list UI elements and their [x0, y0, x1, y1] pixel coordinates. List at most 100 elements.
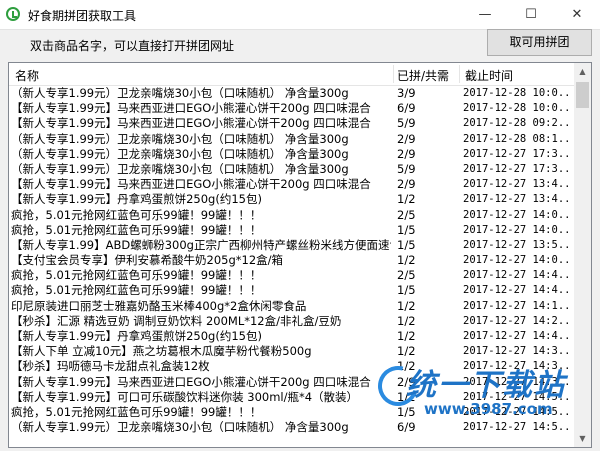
table-row[interactable]: 【新人专享1.99元】马来西亚进口EGO小熊灌心饼干200g 四口味混合 2/9 2…	[9, 177, 575, 192]
product-name-cell: 【新人专享1.99】ABD螺蛳粉300g正宗广西柳州特产螺丝粉米线方便面速食	[11, 237, 391, 252]
table-row[interactable]: （新人专享1.99元）卫龙亲嘴烧30小包（口味随机） 净含量300g 2/9 201…	[9, 132, 575, 147]
count-cell: 5/9	[397, 116, 416, 131]
product-name-cell: 【新人专享1.99元】马来西亚进口EGO小熊灌心饼干200g 四口味混合	[11, 101, 371, 116]
product-name-cell: 疯抢，5.01元抢网红蓝色可乐99罐！99罐！！！	[11, 268, 262, 283]
deadline-cell: 2017-12-27 13:4...	[463, 193, 573, 206]
product-name-cell: 疯抢，5.01元抢网红蓝色可乐99罐！99罐！！！	[11, 222, 262, 237]
column-divider[interactable]	[459, 65, 460, 83]
product-name-cell: 【新人专享1.99元】丹拿鸡蛋煎饼250g(约15包)	[11, 192, 262, 207]
product-name-cell: 疯抢，5.01元抢网红蓝色可乐99罐！99罐！！！	[11, 207, 262, 222]
deadline-cell: 2017-12-27 14:3...	[463, 360, 573, 373]
table-row[interactable]: 疯抢，5.01元抢网红蓝色可乐99罐！99罐！！！ 2/5 2017-12-27 1…	[9, 208, 575, 223]
scroll-down-icon[interactable]: ▼	[574, 430, 591, 447]
deadline-cell: 2017-12-27 14:4...	[463, 330, 573, 342]
product-name-cell: 【新人专享1.99元】马来西亚进口EGO小熊灌心饼干200g 四口味混合	[11, 116, 371, 131]
table-row[interactable]: （新人专享1.99元）卫龙亲嘴烧30小包（口味随机） 净含量300g 6/9 201…	[9, 420, 575, 435]
count-cell: 1/2	[397, 313, 416, 328]
count-cell: 1/2	[397, 344, 416, 359]
table-row[interactable]: （新人专享1.99元）卫龙亲嘴烧30小包（口味随机） 净含量300g 5/9 201…	[9, 162, 575, 177]
table-row[interactable]: 【新人专享1.99元】马来西亚进口EGO小熊灌心饼干200g 四口味混合 6/9 2…	[9, 101, 575, 116]
deadline-cell: 2017-12-27 17:3...	[463, 162, 573, 175]
count-cell: 1/2	[397, 253, 416, 268]
group-list[interactable]: 名称 已拼/共需 截止时间 （新人专享1.99元）卫龙亲嘴烧30小包（口味随机）…	[8, 62, 592, 448]
list-rows: （新人专享1.99元）卫龙亲嘴烧30小包（口味随机） 净含量300g 3/9 201…	[9, 86, 575, 435]
product-name-cell: 【支付宝会员专享】伊利安慕希酸牛奶205g*12盒/箱	[11, 253, 284, 268]
table-row[interactable]: 【新人专享1.99元】丹拿鸡蛋煎饼250g(约15包) 1/2 2017-12-27…	[9, 329, 575, 344]
count-cell: 6/9	[397, 420, 416, 435]
table-row[interactable]: （新人专享1.99元）卫龙亲嘴烧30小包（口味随机） 净含量300g 2/9 201…	[9, 147, 575, 162]
table-row[interactable]: 疯抢，5.01元抢网红蓝色可乐99罐！99罐！！！ 1/5 2017-12-27 1…	[9, 223, 575, 238]
deadline-cell: 2017-12-27 17:3...	[463, 147, 573, 160]
table-row[interactable]: （新人专享1.99元）卫龙亲嘴烧30小包（口味随机） 净含量300g 3/9 201…	[9, 86, 575, 101]
deadline-cell: 2017-12-27 14:0...	[463, 223, 573, 236]
product-name-cell: （新人专享1.99元）卫龙亲嘴烧30小包（口味随机） 净含量300g	[11, 146, 349, 161]
deadline-cell: 2017-12-27 14:0...	[463, 208, 573, 221]
deadline-cell: 2017-12-27 14:1...	[463, 299, 573, 312]
table-row[interactable]: 【新人专享1.99】ABD螺蛳粉300g正宗广西柳州特产螺丝粉米线方便面速食 1/…	[9, 238, 575, 253]
close-button[interactable]: ✕	[554, 0, 600, 30]
deadline-cell: 2017-12-27 14:0...	[463, 254, 573, 267]
count-cell: 1/5	[397, 283, 416, 298]
deadline-cell: 2017-12-27 14:3...	[463, 375, 573, 388]
scroll-thumb[interactable]	[576, 82, 589, 108]
product-name-cell: 【新人专享1.99元】马来西亚进口EGO小熊灌心饼干200g 四口味混合	[11, 374, 371, 389]
count-cell: 1/2	[397, 359, 416, 374]
table-row[interactable]: 【支付宝会员专享】伊利安慕希酸牛奶205g*12盒/箱 1/2 2017-12-27…	[9, 253, 575, 268]
maximize-button[interactable]: ☐	[508, 0, 554, 30]
count-cell: 6/9	[397, 101, 416, 116]
deadline-cell: 2017-12-27 14:5...	[463, 421, 573, 434]
count-cell: 1/2	[397, 192, 416, 207]
product-name-cell: 印尼原装进口丽芝士雅嘉奶酪玉米棒400g*2盒休闲零食品	[11, 298, 307, 313]
count-cell: 2/9	[397, 146, 416, 161]
count-cell: 2/9	[397, 177, 416, 192]
deadline-cell: 2017-12-27 14:5...	[463, 390, 573, 403]
column-divider[interactable]	[393, 65, 394, 83]
deadline-cell: 2017-12-28 08:1...	[463, 132, 573, 145]
deadline-cell: 2017-12-28 09:2...	[463, 117, 573, 130]
product-name-cell: 【新人专享1.99元】丹拿鸡蛋煎饼250g(约15包)	[11, 329, 262, 343]
count-cell: 3/9	[397, 86, 416, 100]
table-row[interactable]: 印尼原装进口丽芝士雅嘉奶酪玉米棒400g*2盒休闲零食品 1/2 2017-12-2…	[9, 299, 575, 314]
product-name-cell: 【新人专享1.99元】可口可乐碳酸饮料迷你装 300ml/瓶*4（散装）	[11, 389, 359, 404]
table-row[interactable]: 疯抢，5.01元抢网红蓝色可乐99罐！99罐！！！ 1/5 2017-12-27 1…	[9, 405, 575, 420]
product-name-cell: 【新人下单 立减10元】燕之坊葛根木瓜魔芋粉代餐粉500g	[11, 344, 312, 359]
product-name-cell: （新人专享1.99元）卫龙亲嘴烧30小包（口味随机） 净含量300g	[11, 161, 349, 176]
product-name-cell: 【秒杀】玛呖德马卡龙甜点礼盒装12枚	[11, 359, 210, 374]
product-name-cell: （新人专享1.99元）卫龙亲嘴烧30小包（口味随机） 净含量300g	[11, 420, 349, 435]
get-available-button[interactable]: 取可用拼团	[487, 29, 592, 56]
product-name-cell: 【秒杀】汇源 精选豆奶 调制豆奶饮料 200ML*12盒/非礼盒/豆奶	[11, 313, 342, 328]
vertical-scrollbar[interactable]: ▲ ▼	[574, 63, 591, 447]
deadline-cell: 2017-12-27 13:5...	[463, 238, 573, 251]
clock-icon	[6, 7, 20, 21]
table-row[interactable]: 【新人专享1.99元】丹拿鸡蛋煎饼250g(约15包) 1/2 2017-12-27…	[9, 192, 575, 207]
column-header-count[interactable]: 已拼/共需	[397, 67, 449, 84]
deadline-cell: 2017-12-27 13:4...	[463, 178, 573, 191]
count-cell: 5/9	[397, 161, 416, 176]
table-row[interactable]: 【新人专享1.99元】马来西亚进口EGO小熊灌心饼干200g 四口味混合 2/9 2…	[9, 375, 575, 390]
table-row[interactable]: 【新人专享1.99元】马来西亚进口EGO小熊灌心饼干200g 四口味混合 5/9 2…	[9, 116, 575, 131]
product-name-cell: 疯抢，5.01元抢网红蓝色可乐99罐！99罐！！！	[11, 283, 262, 298]
table-row[interactable]: 疯抢，5.01元抢网红蓝色可乐99罐！99罐！！！ 1/5 2017-12-27 1…	[9, 283, 575, 298]
table-row[interactable]: 【秒杀】玛呖德马卡龙甜点礼盒装12枚 1/2 2017-12-27 14:3...	[9, 359, 575, 374]
count-cell: 1/2	[397, 389, 416, 404]
table-row[interactable]: 【新人专享1.99元】可口可乐碳酸饮料迷你装 300ml/瓶*4（散装） 1/2 2…	[9, 390, 575, 405]
product-name-cell: （新人专享1.99元）卫龙亲嘴烧30小包（口味随机） 净含量300g	[11, 131, 349, 146]
minimize-button[interactable]: —	[462, 0, 508, 30]
product-name-cell: （新人专享1.99元）卫龙亲嘴烧30小包（口味随机） 净含量300g	[11, 86, 349, 100]
deadline-cell: 2017-12-27 14:2...	[463, 314, 573, 327]
deadline-cell: 2017-12-27 14:4...	[463, 284, 573, 297]
column-header-name[interactable]: 名称	[15, 67, 39, 84]
table-row[interactable]: 【新人下单 立减10元】燕之坊葛根木瓜魔芋粉代餐粉500g 1/2 2017-12-…	[9, 344, 575, 359]
scroll-up-icon[interactable]: ▲	[574, 63, 591, 80]
table-row[interactable]: 疯抢，5.01元抢网红蓝色可乐99罐！99罐！！！ 2/5 2017-12-27 1…	[9, 268, 575, 283]
count-cell: 2/9	[397, 131, 416, 146]
column-header-time[interactable]: 截止时间	[465, 67, 513, 84]
table-row[interactable]: 【秒杀】汇源 精选豆奶 调制豆奶饮料 200ML*12盒/非礼盒/豆奶 1/2 20…	[9, 314, 575, 329]
count-cell: 1/2	[397, 329, 416, 343]
deadline-cell: 2017-12-28 10:0...	[463, 102, 573, 115]
list-header: 名称 已拼/共需 截止时间	[9, 63, 575, 86]
count-cell: 2/9	[397, 374, 416, 389]
deadline-cell: 2017-12-28 10:0...	[463, 87, 573, 99]
window-title: 好食期拼团获取工具	[28, 9, 137, 23]
product-name-cell: 【新人专享1.99元】马来西亚进口EGO小熊灌心饼干200g 四口味混合	[11, 177, 371, 192]
